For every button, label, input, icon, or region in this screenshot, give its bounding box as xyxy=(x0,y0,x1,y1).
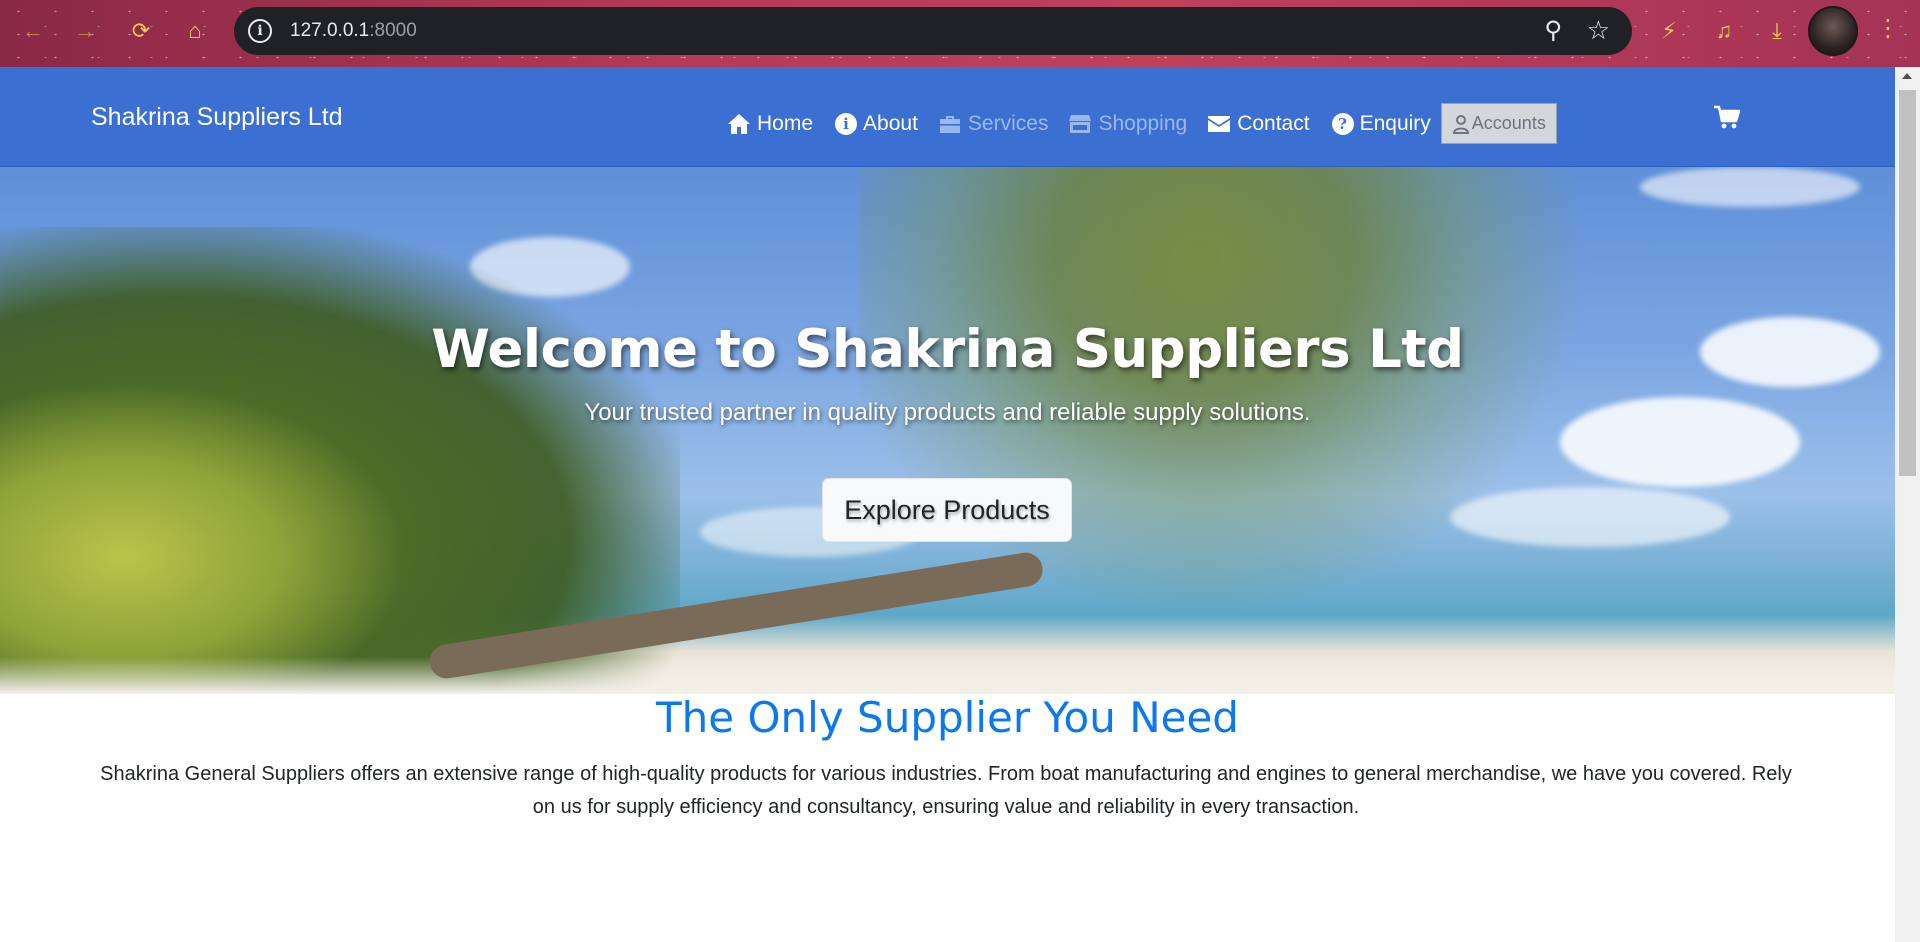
navbar-brand[interactable]: Shakrina Suppliers Ltd xyxy=(91,103,343,132)
media-icon[interactable]: ♫ xyxy=(1707,14,1741,48)
envelope-icon xyxy=(1208,115,1231,132)
star-icon[interactable]: ☆ xyxy=(1587,15,1610,46)
explore-products-button[interactable]: Explore Products xyxy=(822,478,1072,542)
nav-label-about: About xyxy=(863,111,918,135)
page-scrollbar[interactable] xyxy=(1895,67,1920,942)
browser-toolbar: ← → ⟳ ⌂ i 127.0.0.1:8000 ⚲ ☆ ⚡ ♫ ⤓ ⋮ xyxy=(0,0,1920,67)
question-icon: ? xyxy=(1330,112,1356,136)
menu-icon[interactable]: ⋮ xyxy=(1876,14,1900,43)
scrollbar-thumb[interactable] xyxy=(1899,90,1916,476)
store-icon xyxy=(1069,114,1092,133)
briefcase-icon xyxy=(939,115,960,133)
url-host: 127.0.0.1 xyxy=(290,20,370,41)
home-icon[interactable]: ⌂ xyxy=(178,14,212,48)
nav-label-shopping: Shopping xyxy=(1098,111,1188,135)
nav-item-shopping[interactable]: Shopping xyxy=(1068,112,1187,136)
nav-label-home: Home xyxy=(757,111,814,135)
info-icon: i xyxy=(833,112,859,136)
accounts-button[interactable]: Accounts xyxy=(1440,103,1557,144)
beach-sand xyxy=(0,657,1895,694)
bushes-left xyxy=(0,387,400,694)
hero-subtitle: Your trusted partner in quality products… xyxy=(584,399,1311,426)
back-icon[interactable]: ← xyxy=(16,14,50,48)
nav-item-contact[interactable]: Contact xyxy=(1207,111,1310,136)
url-text[interactable]: 127.0.0.1:8000 xyxy=(290,20,417,42)
nav-label-enquiry: Enquiry xyxy=(1359,111,1431,135)
extension-icon[interactable]: ⚡ xyxy=(1652,14,1686,48)
nav-label-contact: Contact xyxy=(1237,111,1310,135)
hero-banner: Welcome to Shakrina Suppliers Ltd Your t… xyxy=(0,167,1895,694)
site-navbar: Shakrina Suppliers Ltd Home i About Serv… xyxy=(0,67,1895,167)
nav-item-about[interactable]: i About xyxy=(833,112,918,136)
forward-icon[interactable]: → xyxy=(68,14,102,48)
cloud xyxy=(1640,167,1860,207)
profile-avatar[interactable] xyxy=(1808,6,1858,56)
nav-item-enquiry[interactable]: ? Enquiry xyxy=(1330,112,1431,136)
hero-title: Welcome to Shakrina Suppliers Ltd xyxy=(431,319,1464,380)
home-icon xyxy=(728,113,750,134)
nav-menu: Home i About Services Shopping Contact ?… xyxy=(727,103,1557,144)
url-port: :8000 xyxy=(369,20,417,41)
page-viewport: Shakrina Suppliers Ltd Home i About Serv… xyxy=(0,67,1895,942)
address-bar[interactable]: i 127.0.0.1:8000 ⚲ ☆ xyxy=(234,7,1632,55)
scroll-up-icon[interactable] xyxy=(1902,73,1912,79)
download-icon[interactable]: ⤓ xyxy=(1760,14,1794,48)
nav-label-services: Services xyxy=(967,111,1049,135)
cart-icon[interactable] xyxy=(1713,105,1741,131)
nav-item-home[interactable]: Home xyxy=(727,112,813,136)
site-info-icon[interactable]: i xyxy=(248,19,272,43)
section-description: Shakrina General Suppliers offers an ext… xyxy=(100,763,1792,818)
user-icon xyxy=(1452,114,1469,134)
reload-icon[interactable]: ⟳ xyxy=(124,14,158,48)
zoom-icon[interactable]: ⚲ xyxy=(1544,16,1562,45)
accounts-label: Accounts xyxy=(1471,113,1546,133)
section-title: The Only Supplier You Need xyxy=(656,693,1239,742)
nav-item-services[interactable]: Services xyxy=(938,111,1049,136)
